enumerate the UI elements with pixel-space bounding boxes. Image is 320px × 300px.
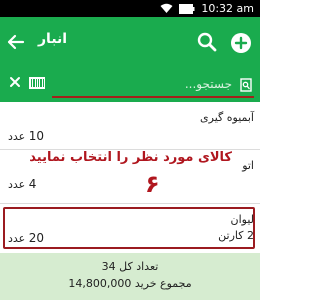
close-icon[interactable]: [8, 74, 22, 90]
selection-highlight-frame: [3, 207, 255, 249]
battery-icon: [179, 3, 195, 14]
status-bar: 10:32 am: [0, 0, 260, 17]
item-quantity: 4 عدد: [8, 177, 36, 191]
search-field[interactable]: [52, 70, 254, 98]
status-time: 10:32 am: [201, 2, 254, 15]
item-name: اتو: [242, 159, 254, 172]
wifi-icon: [160, 3, 173, 14]
quantity-value: 10: [28, 129, 45, 143]
item-name: آبمیوه گیری: [200, 111, 254, 124]
item-quantity: 10 عدد: [8, 129, 44, 143]
back-arrow-icon[interactable]: [6, 31, 26, 53]
step-number: ۶: [145, 170, 160, 198]
search-bar: [0, 67, 260, 102]
app-bar: انبار: [0, 17, 260, 67]
quantity-unit: عدد: [8, 130, 26, 143]
search-field-icon: [240, 77, 252, 92]
search-icon[interactable]: [196, 31, 218, 53]
total-count: تعداد کل 34: [101, 260, 159, 273]
add-circle-icon[interactable]: [230, 32, 252, 54]
page-title: انبار: [38, 31, 68, 47]
barcode-icon[interactable]: [28, 75, 46, 89]
quantity-value: 4: [28, 177, 37, 191]
total-purchase: مجموع خرید 14,800,000: [68, 277, 192, 290]
totals-footer: تعداد کل 34 مجموع خرید 14,800,000: [0, 253, 260, 300]
list-item[interactable]: آبمیوه گیری 10 عدد: [0, 102, 260, 150]
instruction-text: کالای مورد نظر را انتخاب نمایید: [29, 150, 232, 165]
screen: 10:32 am انبار جستجو... آبمیوه گیری 10 ع…: [0, 0, 260, 300]
quantity-unit: عدد: [8, 178, 26, 191]
search-input[interactable]: [52, 72, 232, 96]
